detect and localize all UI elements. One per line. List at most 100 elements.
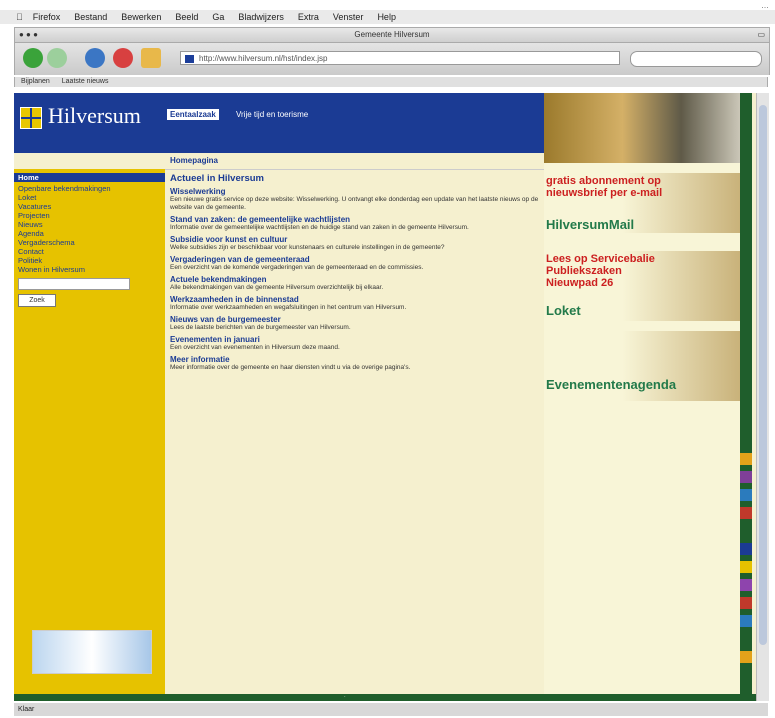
sidebar-banner-image[interactable]: [32, 630, 152, 674]
footer-link[interactable]: ·: [344, 694, 346, 700]
menu-help[interactable]: Help: [377, 12, 396, 22]
header-tab-active[interactable]: Eentaalzaak: [167, 109, 219, 120]
menu-bewerken[interactable]: Bewerken: [121, 12, 161, 22]
color-swatch: [740, 561, 752, 573]
news-item-title[interactable]: Subsidie voor kunst en cultuur: [170, 235, 540, 244]
address-bar-url: http://www.hilversum.nl/hst/index.jsp: [199, 54, 328, 63]
sidebar-search-button[interactable]: Zoek: [18, 294, 56, 307]
page-viewport: Hilversum Eentaalzaak Vrije tijd en toer…: [14, 93, 756, 701]
events-banner[interactable]: Evenementenagenda: [544, 331, 740, 401]
bookmarks-bar: Bijplanen Laatste nieuws: [14, 77, 768, 87]
hilversum-logo-icon[interactable]: [20, 107, 42, 129]
sidebar-item-home[interactable]: Home: [14, 173, 165, 182]
news-item-title[interactable]: Evenementen in januari: [170, 335, 540, 344]
window-title: Gemeente Hilversum: [354, 30, 430, 39]
news-item-title[interactable]: Werkzaamheden in de binnenstad: [170, 295, 540, 304]
news-item-title[interactable]: Vergaderingen van de gemeenteraad: [170, 255, 540, 264]
stop-icon[interactable]: [113, 48, 133, 68]
news-item: Evenementen in januari Een overzicht van …: [170, 335, 540, 352]
color-swatch: [740, 597, 752, 609]
color-swatch: [740, 489, 752, 501]
menu-venster[interactable]: Venster: [333, 12, 364, 22]
news-item-text: Welke subsidies zijn er beschikbaar voor…: [170, 244, 445, 251]
color-swatch: [740, 633, 752, 645]
news-item: Werkzaamheden in de binnenstad Informatie…: [170, 295, 540, 312]
sidebar-item[interactable]: Agenda: [14, 229, 165, 238]
bookmark-item[interactable]: Laatste nieuws: [62, 78, 109, 85]
color-swatch: [740, 615, 752, 627]
breadcrumb[interactable]: Homepagina: [170, 156, 218, 165]
sidebar-item[interactable]: Contact: [14, 247, 165, 256]
news-item-text: Een nieuwe gratis service op deze websit…: [170, 196, 539, 211]
menu-beeld[interactable]: Beeld: [175, 12, 198, 22]
sub-navigation: Homepagina: [14, 153, 544, 170]
news-item-text: Alle bekendmakingen van de gemeente Hilv…: [170, 284, 384, 291]
news-item-text: Lees de laatste berichten van de burgeme…: [170, 324, 351, 331]
home-icon[interactable]: [141, 48, 161, 68]
favicon-icon: [185, 55, 194, 63]
news-item: Wisselwerking Een nieuwe gratis service o…: [170, 187, 540, 212]
color-swatch: [740, 507, 752, 519]
news-item-title[interactable]: Nieuws van de burgemeester: [170, 315, 540, 324]
sidebar-item[interactable]: Openbare bekendmakingen: [14, 184, 165, 193]
news-item: Vergaderingen van de gemeenteraad Een ove…: [170, 255, 540, 272]
newsletter-banner[interactable]: gratis abonnement op nieuwsbrief per e-m…: [544, 173, 740, 233]
loket-title: Loket: [546, 303, 581, 318]
loket-text: Lees op Servicebalie Publiekszaken Nieuw…: [546, 253, 655, 289]
header-tab-leisure[interactable]: Vrije tijd en toerisme: [236, 110, 308, 119]
news-item: Meer informatie Meer informatie over de g…: [170, 355, 540, 372]
bookmark-item[interactable]: Bijplanen: [21, 78, 50, 85]
page-title: Actueel in Hilversum: [170, 173, 264, 184]
menu-firefox[interactable]: Firefox: [33, 12, 61, 22]
back-arrow-icon[interactable]: [23, 48, 43, 68]
menu-extra[interactable]: Extra: [298, 12, 319, 22]
sidebar-item[interactable]: Politiek: [14, 256, 165, 265]
scrollbar-thumb[interactable]: [759, 105, 767, 645]
sidebar-item[interactable]: Vacatures: [14, 202, 165, 211]
sidebar-item[interactable]: Vergaderschema: [14, 238, 165, 247]
loket-banner[interactable]: Lees op Servicebalie Publiekszaken Nieuw…: [544, 251, 740, 321]
site-logo-text[interactable]: Hilversum: [48, 103, 141, 129]
color-swatch: [740, 651, 752, 663]
menu-ga[interactable]: Ga: [212, 12, 224, 22]
news-item-text: Een overzicht van evenementen in Hilvers…: [170, 344, 340, 351]
color-swatch: [740, 543, 752, 555]
news-item-title[interactable]: Stand van zaken: de gemeentelijke wachtl…: [170, 215, 540, 224]
forward-arrow-icon[interactable]: [47, 48, 67, 68]
sidebar-item[interactable]: Loket: [14, 193, 165, 202]
news-item: Actuele bekendmakingen Alle bekendmakinge…: [170, 275, 540, 292]
news-item-title[interactable]: Wisselwerking: [170, 187, 540, 196]
window-corner-label: …: [761, 1, 769, 10]
page-scrollbar[interactable]: [756, 93, 769, 701]
sidebar-search-input[interactable]: [18, 278, 130, 290]
menu-bar:  Firefox Bestand Bewerken Beeld Ga Blad…: [0, 10, 775, 24]
address-bar[interactable]: http://www.hilversum.nl/hst/index.jsp: [180, 51, 620, 65]
browser-toolbar: http://www.hilversum.nl/hst/index.jsp: [14, 43, 770, 75]
news-item-title[interactable]: Actuele bekendmakingen: [170, 275, 540, 284]
news-item-text: Meer informatie over de gemeente en haar…: [170, 364, 411, 371]
reload-icon[interactable]: [85, 48, 105, 68]
events-title: Evenementenagenda: [546, 377, 677, 392]
color-swatch: [740, 453, 752, 465]
site-header: Hilversum Eentaalzaak Vrije tijd en toer…: [14, 93, 544, 153]
window-controls[interactable]: ● ● ●: [19, 28, 38, 42]
page-footer: ·: [14, 694, 756, 701]
color-swatch: [740, 471, 752, 483]
menu-bestand[interactable]: Bestand: [74, 12, 107, 22]
color-swatch: [740, 525, 752, 537]
sidebar-item[interactable]: Nieuws: [14, 220, 165, 229]
window-zoom-icon[interactable]: ▭: [757, 28, 765, 42]
news-item: Subsidie voor kunst en cultuur Welke subs…: [170, 235, 540, 252]
sidebar-item[interactable]: Wonen in Hilversum: [14, 265, 165, 274]
sidebar-item[interactable]: Projecten: [14, 211, 165, 220]
apple-menu-icon[interactable]: : [16, 12, 23, 22]
newsletter-title: HilversumMail: [546, 217, 635, 232]
menu-bladwijzers[interactable]: Bladwijzers: [238, 12, 284, 22]
news-item-title[interactable]: Meer informatie: [170, 355, 540, 364]
news-item-text: Een overzicht van de komende vergadering…: [170, 264, 424, 271]
status-bar: Klaar: [14, 703, 768, 716]
main-content: Actueel in Hilversum Wisselwerking Een ni…: [170, 173, 540, 693]
search-input[interactable]: [630, 51, 762, 67]
left-sidebar: Home Openbare bekendmakingen Loket Vacat…: [14, 169, 165, 694]
news-item-text: Informatie over werkzaamheden en wegafsl…: [170, 304, 407, 311]
